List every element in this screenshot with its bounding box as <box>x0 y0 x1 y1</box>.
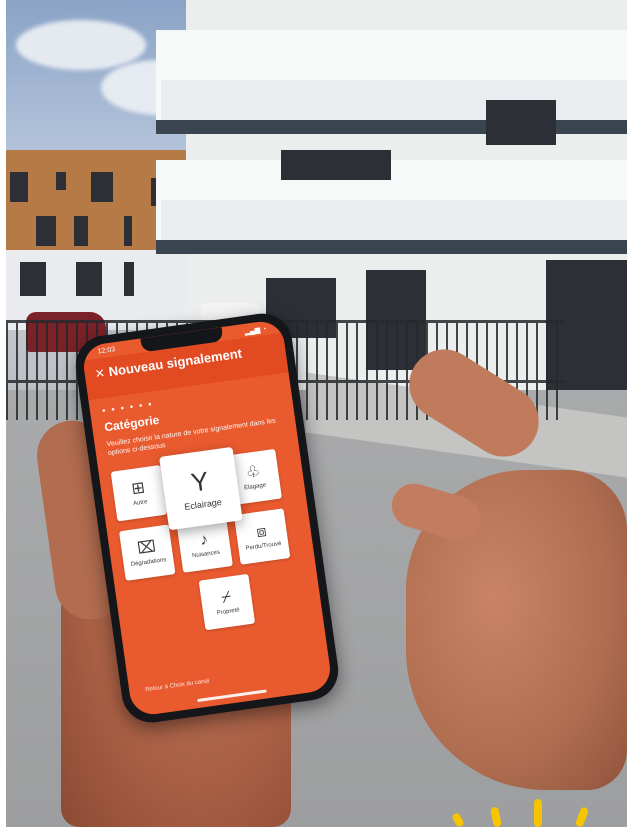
broken-icon: ⌧ <box>136 538 157 558</box>
status-time: 12:03 <box>97 346 116 356</box>
photo-scene: 12:03 ▂▄▆ ◔ ✕ Nouveau signalement ● ● ● … <box>6 0 627 827</box>
window <box>281 150 391 180</box>
window <box>20 262 46 296</box>
balcony-glass <box>161 80 627 120</box>
category-label: Autre <box>132 499 148 508</box>
category-label: Nuisances <box>191 549 221 560</box>
fence-rail <box>6 320 566 323</box>
broom-icon: ⌿ <box>220 588 233 607</box>
category-tile-proprete[interactable]: ⌿ Propreté <box>198 573 256 631</box>
selected-category-label: Eclairage <box>183 496 223 512</box>
balcony-glass <box>161 200 627 240</box>
category-tile-eclairage-selected[interactable]: Y Eclairage <box>159 446 243 531</box>
category-tile-degradations[interactable]: ⌧ Dégradations <box>119 524 176 581</box>
home-indicator <box>197 689 267 703</box>
phone-screen: 12:03 ▂▄▆ ◔ ✕ Nouveau signalement ● ● ● … <box>80 318 334 718</box>
window <box>10 172 28 202</box>
category-label: Élagage <box>243 482 267 492</box>
category-label: Perdu/Trouvé <box>245 540 282 552</box>
section-title: Catégorie <box>103 412 161 435</box>
window <box>56 172 66 190</box>
category-label: Dégradations <box>130 557 167 569</box>
window <box>36 216 56 246</box>
window <box>124 262 134 296</box>
box-icon: ⧈ <box>255 522 268 542</box>
category-tile-perdu-trouve[interactable]: ⧈ Perdu/Trouvé <box>233 508 291 565</box>
window <box>124 216 132 246</box>
category-tile-autre[interactable]: ⊞ Autre <box>110 465 168 522</box>
noise-icon: ♪ <box>198 531 210 550</box>
street-light-icon: Y <box>189 465 211 498</box>
category-label: Propreté <box>216 607 241 617</box>
step-indicator: ● ● ● ● ● ● <box>101 401 155 415</box>
close-icon[interactable]: ✕ <box>94 366 106 381</box>
sun-ray-decoration <box>534 799 542 827</box>
cloud <box>16 20 146 70</box>
window <box>486 100 556 145</box>
window <box>91 172 113 202</box>
window <box>74 216 88 246</box>
back-link[interactable]: Retour à Choix du canal <box>145 678 210 693</box>
tree-icon: ♧ <box>244 463 262 483</box>
window <box>76 262 102 296</box>
grid-icon: ⊞ <box>130 479 147 499</box>
